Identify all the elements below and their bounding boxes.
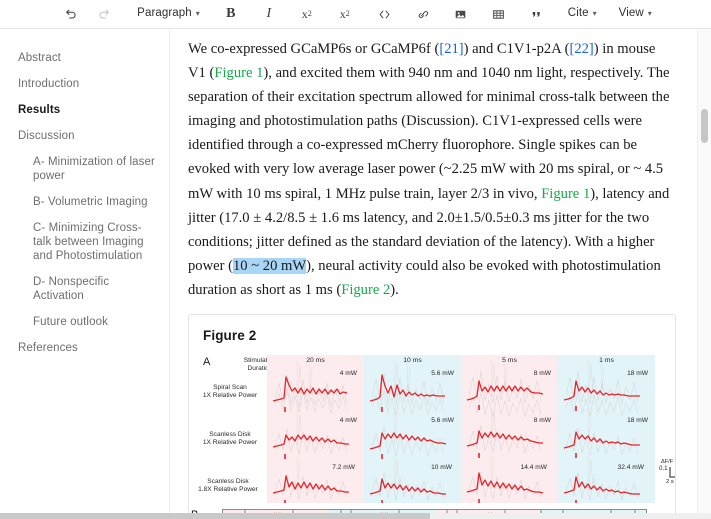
figure-link-1b[interactable]: Figure 1 bbox=[541, 186, 590, 202]
sidebar-item-nonspecific-activation[interactable]: D- Nonspecific Activation bbox=[0, 275, 169, 303]
undo-button[interactable] bbox=[55, 3, 85, 25]
selected-text-highlight[interactable]: 10 ~ 20 mW bbox=[232, 257, 307, 274]
row-label-scanless-disk-18x: Scanless Disk 1.8X Relative Power bbox=[198, 478, 258, 494]
vertical-scrollbar[interactable] bbox=[697, 29, 711, 519]
figure-link-2[interactable]: Figure 2 bbox=[341, 282, 390, 298]
sidebar-item-future-outlook[interactable]: Future outlook bbox=[0, 315, 169, 329]
superscript-mark: 2 bbox=[345, 9, 350, 18]
paragraph-style-dropdown[interactable]: Paragraph ▾ bbox=[133, 3, 204, 25]
view-label: View bbox=[618, 7, 644, 20]
panel-a-trace-grid: 20 ms 10 ms 5 ms 1 ms 4 mW 5.6 mW 8 mW 1… bbox=[267, 355, 675, 504]
superscript-button[interactable]: x2 bbox=[330, 3, 360, 25]
chevron-down-icon: ▾ bbox=[195, 9, 200, 18]
figure-2-card[interactable]: Figure 2 A Stimulation Duration Spiral Sc… bbox=[188, 314, 676, 519]
blockquote-button[interactable] bbox=[522, 3, 552, 25]
scale-bar-amplitude: 0.1 bbox=[659, 465, 668, 473]
para-text-4: ), and excited them with 940 nm and 1040… bbox=[188, 65, 670, 202]
row-label-spiral-scan: Spiral Scan 1X Relative Power bbox=[202, 384, 258, 400]
italic-label: I bbox=[266, 6, 272, 21]
italic-button[interactable]: I bbox=[254, 3, 284, 25]
sidebar-item-discussion[interactable]: Discussion bbox=[0, 129, 169, 143]
sidebar-item-volumetric-imaging[interactable]: B- Volumetric Imaging bbox=[0, 195, 169, 209]
sidebar-item-minimizing-crosstalk[interactable]: C- Minimizing Cross-talk between Imaging… bbox=[0, 221, 169, 263]
code-button[interactable] bbox=[370, 3, 400, 25]
horizontal-scrollbar-thumb[interactable] bbox=[0, 513, 430, 519]
sidebar-item-introduction[interactable]: Introduction bbox=[0, 77, 169, 91]
sidebar-item-minimization-of-laser-power[interactable]: A- Minimization of laser power bbox=[0, 155, 169, 183]
sidebar-item-abstract[interactable]: Abstract bbox=[0, 51, 169, 65]
view-dropdown[interactable]: View ▾ bbox=[615, 3, 656, 25]
document-editor-app: Paragraph ▾ B I x2 x2 Cite ▾ View ▾ Abst… bbox=[0, 0, 711, 519]
row-label-scanless-disk-1x: Scanless Disk 1X Relative Power bbox=[202, 431, 258, 447]
table-icon[interactable] bbox=[484, 3, 514, 25]
bold-label: B bbox=[226, 6, 236, 21]
citation-link-21[interactable]: [21] bbox=[439, 41, 463, 57]
para-text-1: We co-expressed GCaMP6s or GCaMP6f ( bbox=[188, 41, 440, 57]
sidebar-item-results[interactable]: Results bbox=[0, 103, 169, 117]
paragraph-style-label: Paragraph bbox=[137, 7, 192, 20]
figure-title: Figure 2 bbox=[203, 328, 257, 344]
panel-a-letter: A bbox=[203, 356, 211, 369]
scale-bar: ΔF/F 0.1 2 s bbox=[659, 459, 675, 486]
horizontal-scrollbar[interactable] bbox=[0, 513, 711, 519]
panel-a-traces-svg bbox=[272, 359, 640, 504]
editor-toolbar: Paragraph ▾ B I x2 x2 Cite ▾ View ▾ bbox=[0, 0, 711, 29]
vertical-scrollbar-thumb[interactable] bbox=[701, 109, 708, 143]
para-text-7: ). bbox=[390, 281, 399, 298]
citation-link-22[interactable]: [22] bbox=[569, 41, 593, 57]
document-canvas[interactable]: We co-expressed GCaMP6s or GCaMP6f ([21]… bbox=[171, 29, 694, 519]
editor-body: Abstract Introduction Results Discussion… bbox=[0, 29, 711, 519]
subscript-mark: 2 bbox=[307, 9, 312, 18]
link-icon[interactable] bbox=[408, 3, 438, 25]
bold-button[interactable]: B bbox=[216, 3, 246, 25]
image-icon[interactable] bbox=[446, 3, 476, 25]
para-text-2: ) and C1V1-p2A ( bbox=[463, 41, 570, 57]
chevron-down-icon: ▾ bbox=[647, 9, 652, 18]
results-paragraph[interactable]: We co-expressed GCaMP6s or GCaMP6f ([21]… bbox=[188, 37, 676, 302]
outline-sidebar[interactable]: Abstract Introduction Results Discussion… bbox=[0, 29, 170, 519]
sidebar-item-references[interactable]: References bbox=[0, 341, 169, 355]
redo-button[interactable] bbox=[89, 3, 119, 25]
cite-dropdown[interactable]: Cite ▾ bbox=[564, 3, 601, 25]
cite-label: Cite bbox=[567, 7, 589, 20]
figure-link-1a[interactable]: Figure 1 bbox=[214, 65, 263, 81]
figure-panel-a: A Stimulation Duration Spiral Scan 1X Rela… bbox=[198, 355, 675, 507]
subscript-button[interactable]: x2 bbox=[292, 3, 322, 25]
chevron-down-icon: ▾ bbox=[592, 9, 597, 18]
